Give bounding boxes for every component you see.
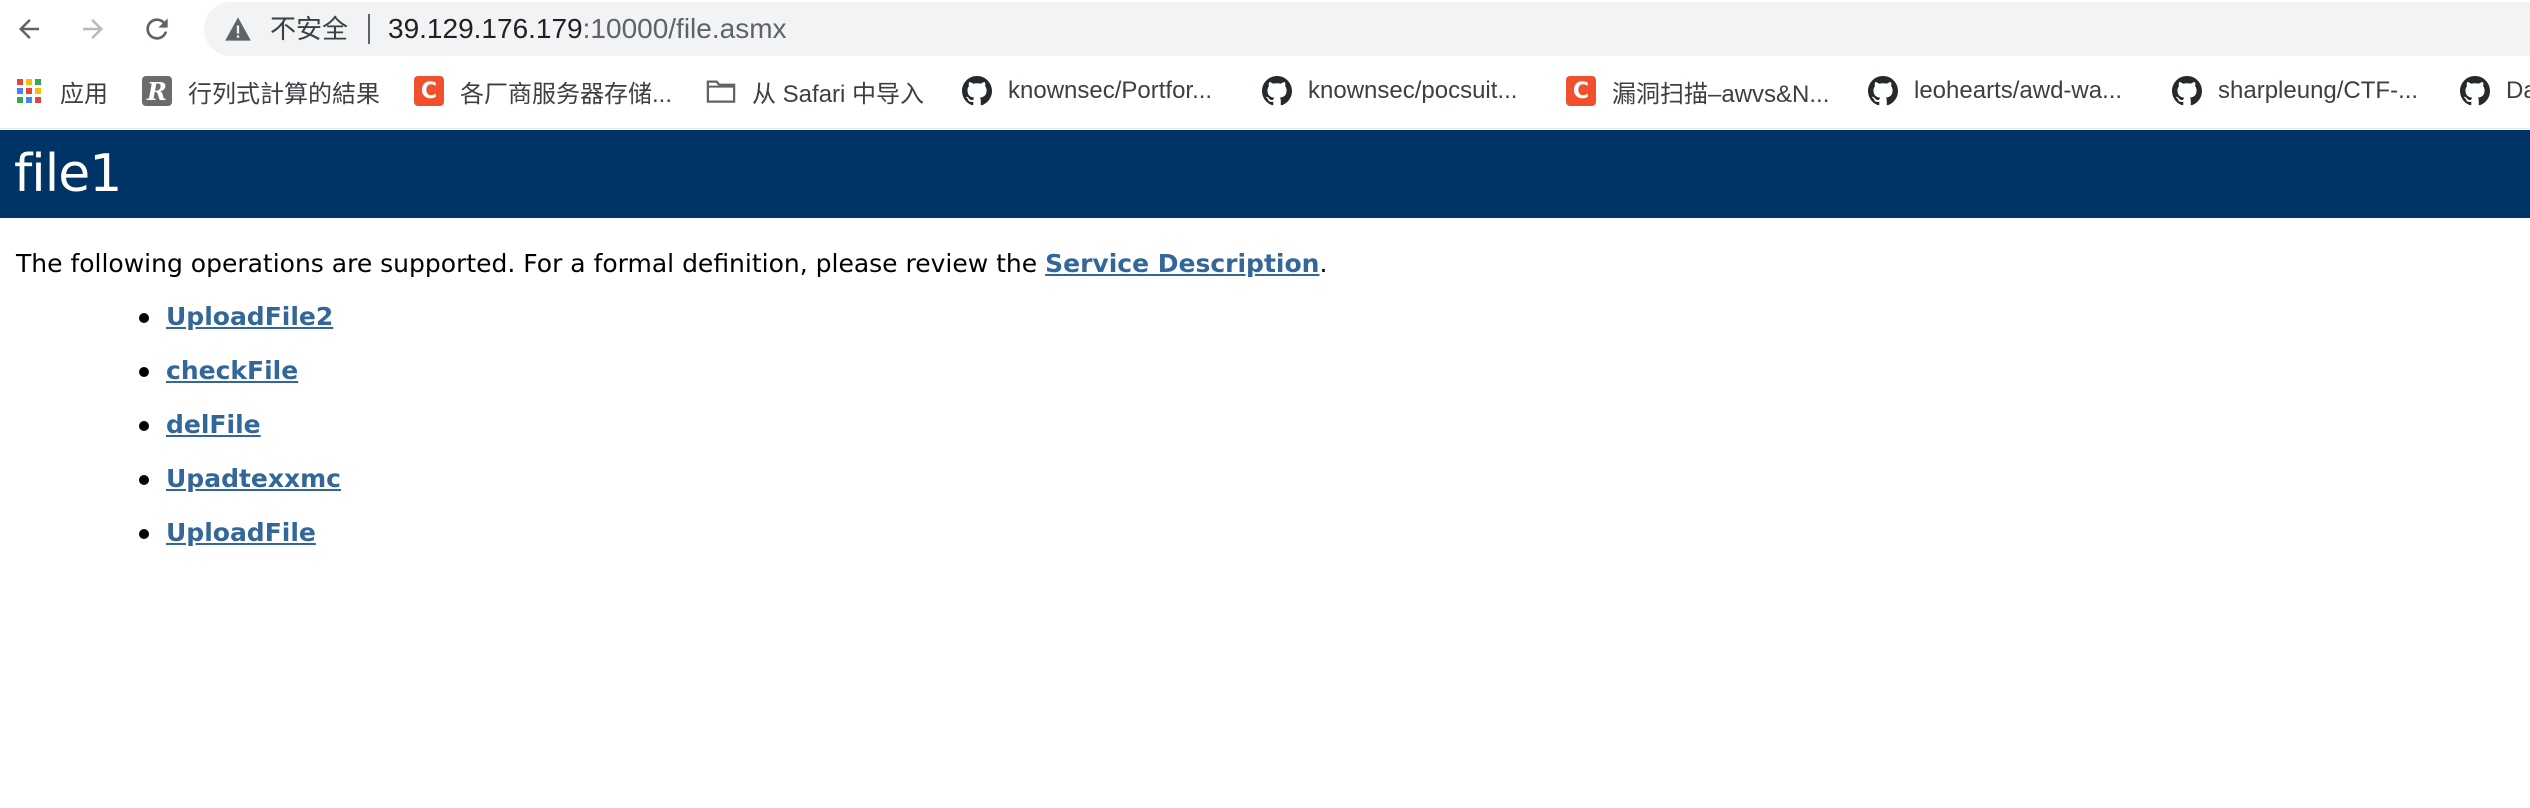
folder-icon: [706, 76, 736, 106]
bookmark-github-pocsuite[interactable]: knownsec/pocsuit...: [1262, 72, 1517, 110]
service-description-link[interactable]: Service Description: [1045, 249, 1319, 278]
page-title: file1: [14, 144, 122, 204]
intro-paragraph: The following operations are supported. …: [16, 244, 1327, 284]
bookmark-label: knownsec/pocsuit...: [1308, 77, 1518, 104]
bookmark-label: Da: [2506, 77, 2530, 104]
url-text[interactable]: 39.129.176.179:10000/file.asmx: [388, 14, 787, 44]
bookmark-label: 应用: [60, 80, 108, 108]
bookmark-label: knownsec/Portfor...: [1008, 77, 1213, 104]
bookmark-label: sharpleung/CTF-...: [2218, 77, 2419, 104]
c-logo-icon: C: [414, 76, 444, 106]
bullet-icon: [139, 475, 149, 485]
bookmark-apps[interactable]: 应用: [14, 72, 108, 110]
bullet-icon: [139, 529, 149, 539]
r-logo-icon: R: [142, 76, 172, 106]
bookmark-github-da[interactable]: Da: [2460, 72, 2530, 110]
bullet-icon: [139, 313, 149, 323]
intro-text: The following operations are supported. …: [16, 249, 1046, 278]
operation-link-uploadfile[interactable]: UploadFile: [166, 510, 316, 556]
operation-link-upadtexxmc[interactable]: Upadtexxmc: [166, 456, 341, 502]
bookmark-folder-safari[interactable]: 从 Safari 中导入: [706, 72, 924, 110]
github-icon: [1262, 76, 1292, 106]
operation-link-delfile[interactable]: delFile: [166, 402, 261, 448]
bookmark-label: 各厂商服务器存储...: [460, 80, 673, 108]
url-path: :10000/file.asmx: [582, 13, 787, 44]
github-icon: [2172, 76, 2202, 106]
bullet-icon: [139, 367, 149, 377]
bullet-icon: [139, 421, 149, 431]
bookmarks-bar: 应用 R 行列式計算的結果 C 各厂商服务器存储... 从 Safari 中导入…: [0, 58, 2530, 129]
bookmark-github-portfor[interactable]: knownsec/Portfor...: [962, 72, 1212, 110]
github-icon: [962, 76, 992, 106]
github-icon: [1868, 76, 1898, 106]
intro-period: .: [1319, 249, 1328, 278]
operation-link-uploadfile2[interactable]: UploadFile2: [166, 294, 333, 340]
omnibox-divider: [368, 14, 370, 44]
warning-triangle-icon[interactable]: [224, 16, 252, 42]
apps-grid-icon: [14, 76, 44, 106]
bookmark-label: 行列式計算的結果: [188, 80, 380, 108]
arrow-right-icon: [83, 19, 103, 39]
security-status-label[interactable]: 不安全: [270, 14, 348, 44]
address-bar[interactable]: 不安全 39.129.176.179:10000/file.asmx: [204, 2, 2530, 56]
c-logo-icon: C: [1566, 76, 1596, 106]
bookmark-determinant[interactable]: R 行列式計算的結果: [142, 72, 380, 110]
bookmark-label: 漏洞扫描–awvs&N...: [1612, 80, 1830, 108]
page-header-banner: file1: [0, 130, 2530, 218]
browser-toolbar: 不安全 39.129.176.179:10000/file.asmx: [0, 0, 2530, 58]
operation-link-checkfile[interactable]: checkFile: [166, 348, 298, 394]
bookmark-label: 从 Safari 中导入: [752, 80, 925, 108]
bookmark-label: leohearts/awd-wa...: [1914, 77, 2123, 104]
url-host: 39.129.176.179: [388, 13, 583, 44]
reload-icon: [146, 18, 168, 40]
bookmark-vuln-scan[interactable]: C 漏洞扫描–awvs&N...: [1566, 72, 1829, 110]
arrow-left-icon: [19, 19, 39, 39]
bookmark-github-awd[interactable]: leohearts/awd-wa...: [1868, 72, 2122, 110]
github-icon: [2460, 76, 2490, 106]
bookmark-server-storage[interactable]: C 各厂商服务器存储...: [414, 72, 672, 110]
reload-button[interactable]: [134, 6, 180, 52]
forward-button[interactable]: [70, 6, 116, 52]
back-button[interactable]: [6, 6, 52, 52]
bookmark-github-ctf[interactable]: sharpleung/CTF-...: [2172, 72, 2418, 110]
